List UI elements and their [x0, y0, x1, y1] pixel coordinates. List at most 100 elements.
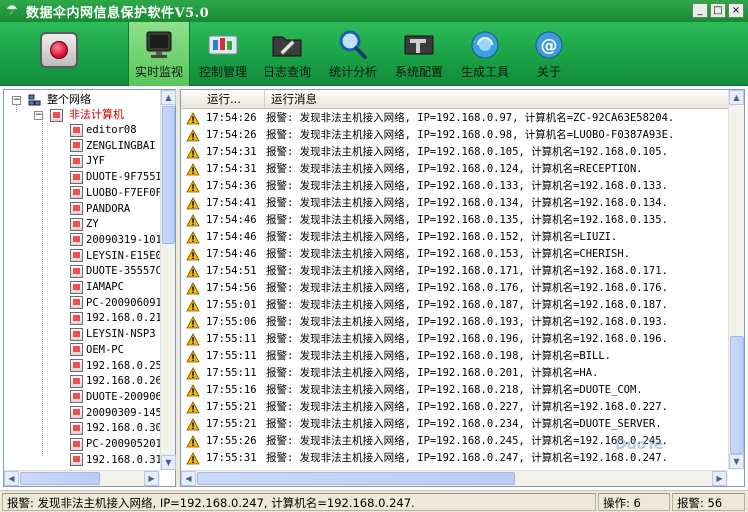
scroll-right-icon[interactable]: ▶: [144, 471, 159, 486]
tree-item-label: PC-200905201: [86, 438, 160, 450]
tree-root[interactable]: − 整个网络: [12, 92, 91, 107]
toolbar-label: 系统配置: [394, 65, 443, 79]
log-row[interactable]: 17:54:56 报警: 发现非法主机接入网络, IP=192.168.0.176…: [181, 280, 728, 297]
log-row[interactable]: 17:55:16 报警: 发现非法主机接入网络, IP=192.168.0.218…: [181, 382, 728, 399]
log-row[interactable]: 17:54:46 报警: 发现非法主机接入网络, IP=192.168.0.152…: [181, 229, 728, 246]
log-message: 报警: 发现非法主机接入网络, IP=192.168.0.196, 计算机名=1…: [266, 333, 668, 345]
tree-item-computer[interactable]: DUOTE-9F755I: [70, 169, 160, 184]
minimize-button[interactable]: _: [692, 3, 708, 18]
log-hscroll-thumb[interactable]: [197, 472, 515, 485]
log-message: 报警: 发现非法主机接入网络, IP=192.168.0.133, 计算机名=1…: [266, 180, 668, 192]
status-bar: 报警: 发现非法主机接入网络, IP=192.168.0.247, 计算机名=1…: [0, 490, 748, 512]
illegal-computer-icon: [70, 421, 83, 435]
tree-item-computer[interactable]: DUOTE-200906: [70, 389, 160, 404]
toolbar-about[interactable]: @ 关于: [518, 22, 580, 86]
tree-item-computer[interactable]: 192.168.0.21: [70, 310, 160, 325]
log-row[interactable]: 17:54:36 报警: 发现非法主机接入网络, IP=192.168.0.133…: [181, 178, 728, 195]
maximize-button[interactable]: □: [710, 3, 726, 18]
warning-icon: [186, 435, 200, 448]
warning-icon: [186, 112, 200, 125]
log-row[interactable]: 17:55:06 报警: 发现非法主机接入网络, IP=192.168.0.193…: [181, 314, 728, 331]
tree-item-computer[interactable]: 192.168.0.25: [70, 358, 160, 373]
log-row[interactable]: 17:55:11 报警: 发现非法主机接入网络, IP=192.168.0.201…: [181, 365, 728, 382]
log-row[interactable]: 17:55:11 报警: 发现非法主机接入网络, IP=192.168.0.196…: [181, 331, 728, 348]
column-header-time[interactable]: 运行...: [201, 90, 265, 109]
log-row[interactable]: 17:55:21 报警: 发现非法主机接入网络, IP=192.168.0.227…: [181, 399, 728, 416]
warning-icon: [186, 333, 200, 346]
tree-item-computer[interactable]: LEYSIN-NSP3: [70, 326, 156, 341]
tree-item-computer[interactable]: 192.168.0.31: [70, 452, 160, 467]
close-button[interactable]: ×: [728, 3, 744, 18]
about-at-icon: @: [535, 31, 563, 59]
tree-hscroll-thumb[interactable]: [20, 472, 100, 485]
illegal-computer-icon: [70, 390, 83, 404]
toolbar-generate-tools[interactable]: 生成工具: [454, 22, 516, 86]
log-message: 报警: 发现非法主机接入网络, IP=192.168.0.171, 计算机名=1…: [266, 265, 668, 277]
tree-scroll-thumb[interactable]: [162, 106, 175, 244]
log-row[interactable]: 17:54:46 报警: 发现非法主机接入网络, IP=192.168.0.135…: [181, 212, 728, 229]
tree-group-illegal[interactable]: − 非法计算机: [34, 107, 124, 122]
tree-group-label: 非法计算机: [69, 108, 124, 121]
tree-item-computer[interactable]: OEM-PC: [70, 342, 124, 357]
log-row[interactable]: 17:54:51 报警: 发现非法主机接入网络, IP=192.168.0.171…: [181, 263, 728, 280]
log-message: 报警: 发现非法主机接入网络, IP=192.168.0.153, 计算机名=C…: [266, 248, 630, 260]
tree-item-computer[interactable]: DUOTE-35557C: [70, 263, 160, 278]
tree-item-computer[interactable]: JYF: [70, 153, 105, 168]
toolbar-realtime-monitor[interactable]: 实时监视: [128, 22, 190, 86]
log-row[interactable]: 17:55:11 报警: 发现非法主机接入网络, IP=192.168.0.198…: [181, 348, 728, 365]
title-bar: ☂ 数据伞内网信息保护软件V5.0 _ □ ×: [0, 0, 748, 22]
scroll-down-icon[interactable]: ▼: [161, 455, 176, 470]
status-operations-text: 操作: 6: [603, 496, 641, 510]
tree-vertical-scrollbar[interactable]: ▲ ▼: [160, 90, 176, 470]
status-message: 报警: 发现非法主机接入网络, IP=192.168.0.247, 计算机名=1…: [2, 493, 596, 511]
log-time: 17:55:21: [206, 418, 257, 430]
network-tree: − 整个网络 − 非法计算机 editor08 ZENGLINGBAI JYF DUO…: [4, 90, 160, 470]
toolbar-statistics[interactable]: 统计分析: [322, 22, 384, 86]
tree-item-computer[interactable]: 20090319-101: [70, 232, 160, 247]
tree-horizontal-scrollbar[interactable]: ◀ ▶: [4, 470, 160, 486]
log-time: 17:54:46: [206, 248, 257, 260]
log-panel: 运行... 运行消息 17:54:26 报警: 发现非法主机接入网络, IP=19…: [180, 89, 745, 487]
tree-item-label: 20090319-101: [86, 233, 160, 246]
scroll-up-icon[interactable]: ▲: [729, 90, 744, 105]
illegal-computer-icon: [70, 453, 83, 467]
config-tools-icon: [404, 35, 434, 55]
tree-item-label: IAMAPC: [86, 281, 124, 293]
tree-item-computer[interactable]: ZY: [70, 216, 99, 231]
tree-item-computer[interactable]: LUOBO-F7EF0F: [70, 185, 160, 200]
log-row[interactable]: 17:54:46 报警: 发现非法主机接入网络, IP=192.168.0.153…: [181, 246, 728, 263]
tree-item-computer[interactable]: 192.168.0.30: [70, 420, 160, 435]
tree-item-computer[interactable]: 20090309-145: [70, 405, 160, 420]
log-row[interactable]: 17:54:31 报警: 发现非法主机接入网络, IP=192.168.0.105…: [181, 144, 728, 161]
log-row[interactable]: 17:54:26 报警: 发现非法主机接入网络, IP=192.168.0.98,…: [181, 127, 728, 144]
log-row[interactable]: 17:54:26 报警: 发现非法主机接入网络, IP=192.168.0.97,…: [181, 110, 728, 127]
illegal-computer-icon: [70, 233, 83, 247]
illegal-computer-icon: [70, 154, 83, 168]
warning-icon: [186, 146, 200, 159]
column-header-message[interactable]: 运行消息: [265, 90, 728, 109]
log-row[interactable]: 17:54:41 报警: 发现非法主机接入网络, IP=192.168.0.134…: [181, 195, 728, 212]
scroll-left-icon[interactable]: ◀: [181, 471, 196, 486]
toolbar-system-config[interactable]: 系统配置: [388, 22, 450, 86]
scroll-up-icon[interactable]: ▲: [161, 90, 176, 105]
tree-item-computer[interactable]: PANDORA: [70, 201, 130, 216]
tree-item-computer[interactable]: LEYSIN-E15E0: [70, 248, 160, 263]
toolbar-log-query[interactable]: 日志查询: [256, 22, 318, 86]
power-button-icon[interactable]: [40, 32, 78, 68]
tree-item-computer[interactable]: IAMAPC: [70, 279, 124, 294]
tree-item-label: editor08: [86, 124, 137, 136]
tree-item-computer[interactable]: 192.168.0.26: [70, 373, 160, 388]
collapse-icon[interactable]: −: [34, 110, 43, 120]
log-row[interactable]: 17:54:31 报警: 发现非法主机接入网络, IP=192.168.0.124…: [181, 161, 728, 178]
log-row[interactable]: 17:55:21 报警: 发现非法主机接入网络, IP=192.168.0.234…: [181, 416, 728, 433]
toolbar-control-management[interactable]: 控制管理: [192, 22, 254, 86]
scroll-left-icon[interactable]: ◀: [4, 471, 19, 486]
tree-item-computer[interactable]: editor08: [70, 122, 137, 137]
tree-item-computer[interactable]: PC-200906091: [70, 295, 160, 310]
collapse-icon[interactable]: −: [12, 95, 21, 105]
log-vertical-scrollbar[interactable]: ▲ ▼: [728, 90, 744, 470]
warning-icon: [186, 197, 200, 210]
tree-item-computer[interactable]: PC-200905201: [70, 436, 160, 451]
tree-item-computer[interactable]: ZENGLINGBAI: [70, 138, 156, 153]
log-row[interactable]: 17:55:01 报警: 发现非法主机接入网络, IP=192.168.0.187…: [181, 297, 728, 314]
